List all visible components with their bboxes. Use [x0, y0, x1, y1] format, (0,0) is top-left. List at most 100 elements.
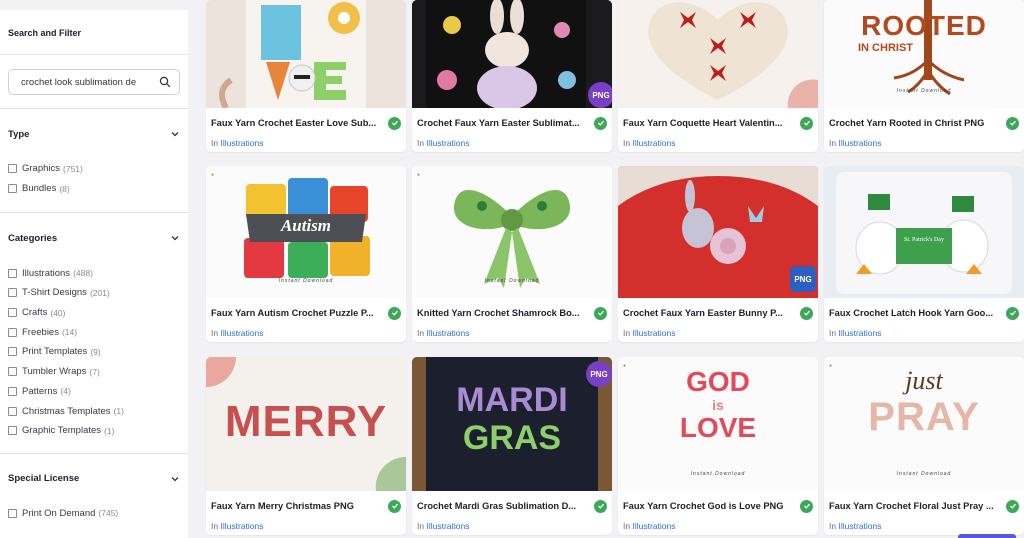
product-card[interactable]: ● just PRAY Instant Download Faux Yarn C…	[824, 357, 1024, 535]
product-card[interactable]: St. Patrick's Day Faux Crochet Latch Hoo…	[824, 166, 1024, 342]
category-link[interactable]: Illustrations	[220, 328, 263, 338]
gras-word: GRAS	[462, 419, 562, 457]
category-link[interactable]: Illustrations	[426, 328, 469, 338]
product-thumbnail[interactable]	[618, 0, 818, 108]
filter-option-freebies[interactable]: Freebies (14)	[0, 322, 188, 342]
category-link[interactable]: Illustrations	[632, 521, 675, 531]
product-title[interactable]: Knitted Yarn Crochet Shamrock Bo...	[417, 308, 591, 318]
categories-filter-section: Categories Illustrations (488) T-Shirt De…	[0, 213, 188, 454]
filter-option-tumbler-wraps[interactable]: Tumbler Wraps (7)	[0, 362, 188, 382]
product-title[interactable]: Crochet Yarn Rooted in Christ PNG	[829, 118, 1003, 128]
option-label: Illustrations	[22, 267, 71, 279]
product-title[interactable]: Faux Yarn Crochet Easter Love Sub...	[211, 118, 385, 128]
product-title[interactable]: Faux Crochet Latch Hook Yarn Goo...	[829, 308, 1003, 318]
filter-option-christmas-templates[interactable]: Christmas Templates (1)	[0, 401, 188, 421]
filter-option-illustrations[interactable]: Illustrations (488)	[0, 263, 188, 283]
checkbox[interactable]	[8, 508, 17, 518]
product-thumbnail[interactable]	[206, 0, 406, 108]
filter-option-crafts[interactable]: Crafts (40)	[0, 303, 188, 323]
product-thumbnail[interactable]: ● just PRAY Instant Download	[824, 357, 1024, 491]
product-title[interactable]: Crochet Faux Yarn Easter Sublimat...	[417, 118, 591, 128]
search-section	[0, 55, 188, 109]
filter-option-graphics[interactable]: Graphics (751)	[0, 159, 188, 179]
product-thumbnail[interactable]: MARDI GRAS PNG	[412, 357, 612, 491]
special-license-header[interactable]: Special License	[0, 454, 188, 504]
option-label: Crafts	[22, 307, 48, 319]
product-title[interactable]: Faux Yarn Autism Crochet Puzzle P...	[211, 308, 385, 318]
category-link[interactable]: Illustrations	[838, 521, 881, 531]
product-card[interactable]: PNG Crochet Faux Yarn Easter Bunny P... …	[618, 166, 818, 342]
product-card[interactable]: PNG Crochet Faux Yarn Easter Sublimat...…	[412, 0, 612, 152]
checkbox[interactable]	[8, 367, 17, 377]
verified-check-icon	[1006, 306, 1019, 320]
categories-section-title: Categories	[8, 232, 58, 244]
filter-option-graphic-templates[interactable]: Graphic Templates (1)	[0, 421, 188, 441]
png-badge: PNG	[588, 82, 612, 108]
chevron-down-icon[interactable]	[170, 129, 180, 139]
checkbox[interactable]	[8, 308, 17, 318]
product-card[interactable]: ROOTED IN CHRIST Instant Download Croche…	[824, 0, 1024, 152]
product-title[interactable]: Crochet Mardi Gras Sublimation D...	[417, 501, 591, 511]
filter-option-print-on-demand[interactable]: Print On Demand (745)	[0, 504, 188, 524]
checkbox[interactable]	[8, 184, 17, 194]
chevron-down-icon[interactable]	[170, 474, 180, 484]
option-label: Freebies	[22, 326, 59, 338]
product-card[interactable]: MERRY Faux Yarn Merry Christmas PNG In I…	[206, 357, 406, 535]
product-thumbnail[interactable]: ROOTED IN CHRIST Instant Download	[824, 0, 1024, 108]
checkbox[interactable]	[8, 386, 17, 396]
checkbox[interactable]	[8, 268, 17, 278]
option-label: Print On Demand	[22, 507, 96, 519]
product-title[interactable]: Faux Yarn Coquette Heart Valentin...	[623, 118, 797, 128]
chevron-down-icon[interactable]	[170, 233, 180, 243]
category-link[interactable]: Illustrations	[220, 138, 263, 148]
checkbox[interactable]	[8, 288, 17, 298]
option-count: (1)	[104, 425, 115, 436]
search-input[interactable]	[9, 70, 149, 94]
product-category: In Illustrations	[211, 521, 264, 531]
product-thumbnail[interactable]: ● GOD is LOVE Instant Download	[618, 357, 818, 491]
product-thumbnail[interactable]: ● Autism Instant Download	[206, 166, 406, 298]
product-thumbnail[interactable]: PNG	[618, 166, 818, 298]
product-card[interactable]: MARDI GRAS PNG Crochet Mardi Gras Sublim…	[412, 357, 612, 535]
category-link[interactable]: Illustrations	[426, 138, 469, 148]
mardi-word: MARDI	[456, 381, 568, 419]
filter-option-bundles[interactable]: Bundles (8)	[0, 179, 188, 199]
checkbox[interactable]	[8, 327, 17, 337]
product-thumbnail[interactable]: ● Instant Download	[412, 166, 612, 298]
filter-option-print-templates[interactable]: Print Templates (9)	[0, 342, 188, 362]
product-title[interactable]: Crochet Faux Yarn Easter Bunny P...	[623, 308, 797, 318]
category-link[interactable]: Illustrations	[426, 521, 469, 531]
checkbox[interactable]	[8, 426, 17, 436]
type-section-header[interactable]: Type	[0, 109, 188, 159]
product-title[interactable]: Faux Yarn Crochet Floral Just Pray ...	[829, 501, 1003, 511]
product-card[interactable]: Faux Yarn Crochet Easter Love Sub... In …	[206, 0, 406, 152]
filter-option-patterns[interactable]: Patterns (4)	[0, 382, 188, 402]
floating-action-pill[interactable]	[958, 534, 1016, 538]
option-count: (488)	[73, 268, 93, 279]
category-link[interactable]: Illustrations	[838, 328, 881, 338]
filter-option-tshirt-designs[interactable]: T-Shirt Designs (201)	[0, 283, 188, 303]
product-thumbnail[interactable]: MERRY	[206, 357, 406, 491]
product-card[interactable]: Faux Yarn Coquette Heart Valentin... In …	[618, 0, 818, 152]
product-card[interactable]: ● Instant Download Knitted Yarn Crochet …	[412, 166, 612, 342]
search-icon[interactable]	[159, 76, 171, 88]
product-card[interactable]: ● Autism Instant Download Faux Yarn Auti…	[206, 166, 406, 342]
checkbox[interactable]	[8, 347, 17, 357]
category-link[interactable]: Illustrations	[838, 138, 881, 148]
product-card[interactable]: ● GOD is LOVE Instant Download Faux Yarn…	[618, 357, 818, 535]
category-link[interactable]: Illustrations	[632, 328, 675, 338]
product-title[interactable]: Faux Yarn Crochet God is Love PNG	[623, 501, 797, 511]
product-thumbnail[interactable]: St. Patrick's Day	[824, 166, 1024, 298]
easter-bunny-artwork	[412, 0, 612, 108]
product-thumbnail[interactable]: PNG	[412, 0, 612, 108]
category-link[interactable]: Illustrations	[632, 138, 675, 148]
checkbox[interactable]	[8, 406, 17, 416]
category-link[interactable]: Illustrations	[220, 521, 263, 531]
pray-word: PRAY	[868, 395, 980, 439]
categories-section-header[interactable]: Categories	[0, 213, 188, 263]
verified-check-icon	[388, 116, 401, 130]
checkbox[interactable]	[8, 164, 17, 174]
verified-check-icon	[594, 116, 607, 130]
filter-header: Search and Filter	[0, 10, 188, 55]
product-title[interactable]: Faux Yarn Merry Christmas PNG	[211, 501, 385, 511]
